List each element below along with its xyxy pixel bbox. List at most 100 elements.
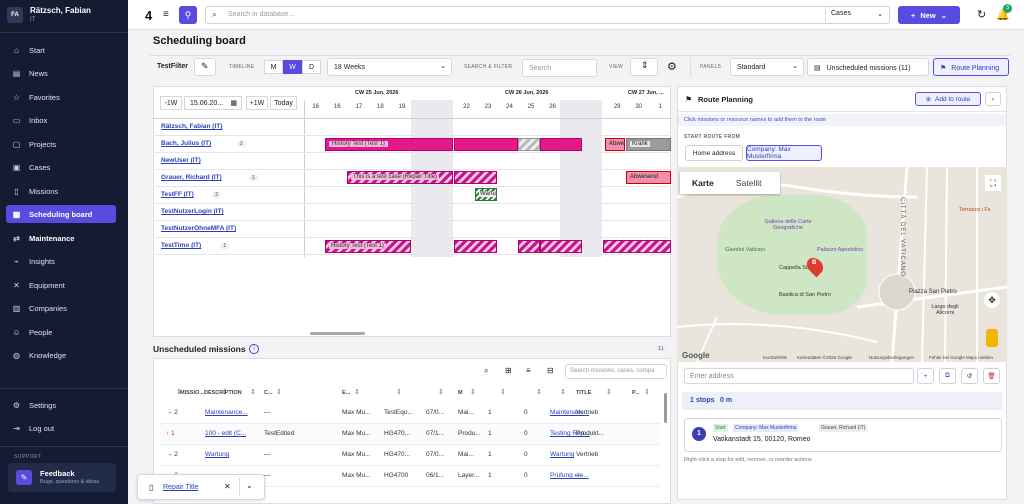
- unscheduled-search-input[interactable]: Search missions, cases, compa: [565, 364, 667, 379]
- search-icon[interactable]: ⌕: [484, 366, 488, 376]
- panels-select[interactable]: Standard ⌄: [730, 58, 804, 76]
- resource-name[interactable]: Bach, Julius (IT): [161, 140, 211, 147]
- close-icon[interactable]: ✕: [224, 482, 231, 491]
- mission-bar[interactable]: [454, 171, 497, 184]
- open-tab[interactable]: ▯ Repair Title ✕ ⌄: [137, 474, 265, 500]
- unscheduled-missions-button[interactable]: ▤ Unscheduled missions (11): [807, 58, 929, 76]
- sort-icon[interactable]: ⇕: [396, 388, 402, 396]
- view-toggle[interactable]: ⇕: [630, 58, 658, 76]
- nav-item-inbox[interactable]: ▭ Inbox: [6, 111, 116, 129]
- mode-day[interactable]: D: [302, 60, 321, 74]
- sort-icon[interactable]: ⇕: [536, 388, 542, 396]
- sort-icon[interactable]: ⇕: [354, 388, 360, 396]
- prev-week-button[interactable]: -1W: [160, 96, 182, 110]
- map[interactable]: Karte Satellit ⛶ Galleria delle Carte Ge…: [677, 167, 1007, 362]
- resource-name[interactable]: TestNutzerLogin (IT): [161, 208, 224, 215]
- grid-icon[interactable]: ⊟: [547, 366, 554, 375]
- map-type-satellit[interactable]: Satellit: [736, 178, 762, 188]
- today-button[interactable]: Today: [270, 96, 297, 110]
- route-stop[interactable]: 1 Start Company: Max Musterfirma Grauer,…: [684, 418, 1002, 452]
- sort-icon[interactable]: ⇕: [500, 388, 506, 396]
- absence-bar[interactable]: Abwe: [605, 138, 625, 151]
- resource-name[interactable]: TestNutzerOhneMFA (IT): [161, 225, 236, 232]
- mode-month[interactable]: M: [264, 60, 283, 74]
- range-select[interactable]: 18 Weeks ⌄: [327, 58, 452, 76]
- refresh-icon[interactable]: ↻: [977, 8, 986, 21]
- mission-bar[interactable]: Wartu: [475, 188, 497, 201]
- collapse-button[interactable]: ›: [985, 92, 1001, 106]
- nav-item-knowledge[interactable]: ◍ Knowledge: [6, 346, 116, 364]
- copy-button[interactable]: ⧉: [939, 368, 956, 384]
- nav-item-insights[interactable]: ⌁ Insights: [6, 252, 116, 270]
- sort-icon[interactable]: ⇕: [438, 388, 444, 396]
- column-header[interactable]: DESCRIPTION: [204, 390, 242, 396]
- map-footer[interactable]: Nutzungsbedingungen: [869, 355, 914, 360]
- global-search-input[interactable]: ⌕ Search in database...: [205, 6, 890, 24]
- mission-bar[interactable]: [518, 240, 540, 253]
- reset-button[interactable]: ↺: [961, 368, 978, 384]
- mission-bar[interactable]: History Test (Test 1): [325, 240, 411, 253]
- sort-icon[interactable]: ⇕: [606, 388, 612, 396]
- resource-name[interactable]: TestTimo (IT): [161, 242, 201, 249]
- nav-item-news[interactable]: ▤ News: [6, 64, 116, 82]
- fullscreen-icon[interactable]: ⛶: [985, 175, 1001, 191]
- horizontal-scrollbar[interactable]: [310, 332, 365, 335]
- nav-item-missions[interactable]: ▯ Missions: [6, 182, 116, 200]
- search-scope-select[interactable]: Cases ⌄: [825, 7, 887, 22]
- add-address-button[interactable]: +: [917, 368, 934, 384]
- avatar[interactable]: FA: [7, 7, 23, 23]
- nav-item-equipment[interactable]: ✕ Equipment: [6, 276, 116, 294]
- list-icon[interactable]: ≡: [526, 366, 531, 375]
- resource-name[interactable]: Rätzsch, Fabian (IT): [161, 123, 222, 130]
- date-input[interactable]: 15.06.20... ▦: [184, 96, 242, 110]
- nav-item-logout[interactable]: ⇥ Log out: [6, 419, 116, 437]
- map-footer[interactable]: Kurzbefehle: [763, 355, 787, 360]
- column-header[interactable]: M: [458, 390, 463, 396]
- sort-icon[interactable]: ⇕: [644, 388, 650, 396]
- resource-name[interactable]: NewUser (IT): [161, 157, 201, 164]
- mode-week[interactable]: W: [283, 60, 302, 74]
- sort-icon[interactable]: ⇕: [470, 388, 476, 396]
- edit-filter-button[interactable]: ✎: [194, 58, 216, 76]
- mission-bar[interactable]: [540, 138, 582, 151]
- delete-button[interactable]: 🗑: [983, 368, 1000, 384]
- mission-bar[interactable]: [540, 240, 582, 253]
- mission-bar[interactable]: [454, 138, 518, 151]
- mission-bar[interactable]: This is a test case (Repair Title): [347, 171, 453, 184]
- nav-item-favorites[interactable]: ☆ Favorites: [6, 88, 116, 106]
- route-planning-button[interactable]: ⚑ Route Planning: [933, 58, 1009, 76]
- info-icon[interactable]: i: [249, 344, 259, 354]
- filter-name[interactable]: TestFilter: [157, 63, 188, 70]
- new-button[interactable]: + New ⌄: [898, 6, 960, 24]
- home-address-button[interactable]: Home address: [685, 145, 743, 161]
- nav-item-companies[interactable]: ▥ Companies: [6, 299, 116, 317]
- sick-bar[interactable]: Krank: [626, 138, 671, 151]
- column-header[interactable]: C...: [264, 390, 273, 396]
- gear-icon[interactable]: ⚙: [667, 60, 677, 73]
- pin-button[interactable]: ⚲: [179, 6, 197, 24]
- mission-bar[interactable]: [603, 240, 671, 253]
- sort-icon[interactable]: ⇕: [250, 388, 256, 396]
- column-header[interactable]: E...: [342, 390, 350, 396]
- absence-bar[interactable]: Abwesend: [626, 171, 671, 184]
- nav-item-scheduling-board[interactable]: ▦ Scheduling board: [6, 205, 116, 223]
- nav-item-settings[interactable]: ⚙ Settings: [6, 396, 116, 414]
- column-header[interactable]: MISSIO...: [180, 390, 204, 396]
- company-address-button[interactable]: Company: Max Musterfirma: [746, 145, 822, 161]
- column-header[interactable]: TITLE: [576, 390, 591, 396]
- compass-icon[interactable]: ✥: [984, 292, 1000, 308]
- table-cell[interactable]: Maintenance...: [205, 409, 248, 416]
- table-cell[interactable]: Prüfung ele...: [550, 472, 589, 479]
- map-footer[interactable]: Fehler bei Google Maps melden: [929, 355, 993, 360]
- next-week-button[interactable]: +1W: [246, 96, 268, 110]
- table-cell[interactable]: 100 - edit (C...: [205, 430, 246, 437]
- resource-name[interactable]: Grauer, Richard (IT): [161, 174, 222, 181]
- table-row[interactable]: → 2 Wartung — Max Mu... HG470... 07/0... Mai..…: [160, 445, 660, 466]
- add-to-route-button[interactable]: ⊕ Add to route: [915, 92, 981, 106]
- mission-bar[interactable]: History Test (Test 1): [325, 138, 453, 151]
- table-cell[interactable]: Wartung: [550, 451, 574, 458]
- chevron-down-icon[interactable]: ⌄: [246, 481, 253, 490]
- sort-icon[interactable]: ⇕: [276, 388, 282, 396]
- nav-item-people[interactable]: ☺ People: [6, 323, 116, 341]
- mission-bar[interactable]: [518, 138, 540, 151]
